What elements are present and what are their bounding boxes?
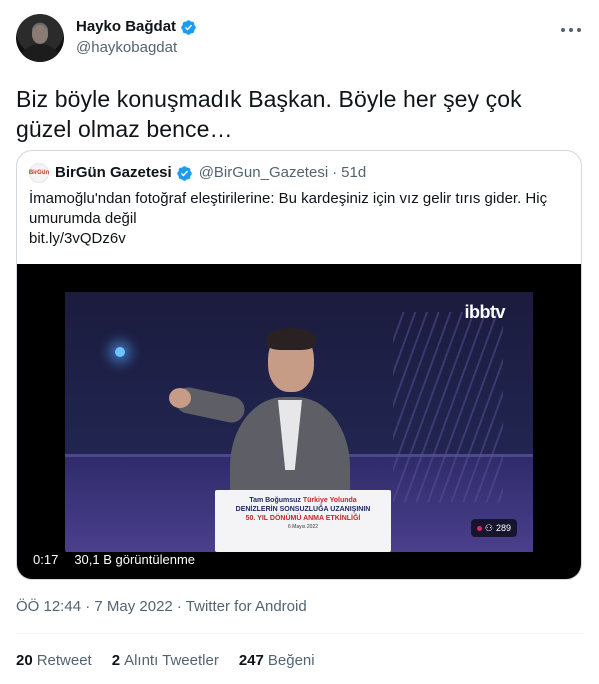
- author-display-name[interactable]: Hayko Bağdat: [76, 17, 176, 37]
- podium-line-3: 50. YIL DÖNÜMÜ ANMA ETKİNLİĞİ: [245, 515, 361, 522]
- quoted-author-name[interactable]: BirGün Gazetesi: [55, 163, 172, 183]
- speaker-hair: [266, 328, 316, 350]
- podium-line-1a: Tam Boğumsuz: [249, 497, 301, 504]
- podium-line-2: DENİZLERİN SONSUZLUĞA UZANIŞININ: [235, 506, 371, 513]
- likes-label: Beğeni: [267, 652, 315, 669]
- avatar-shoulders: [22, 44, 58, 62]
- divider: [16, 633, 583, 634]
- quoted-tweet-body: İmamoğlu'ndan fotoğraf eleştirilerine: B…: [29, 190, 548, 227]
- more-dot: [561, 28, 565, 32]
- quoted-tweet-header: BirGün BirGün Gazetesi @BirGun_Gazetesi …: [29, 163, 366, 183]
- quoted-author-avatar[interactable]: BirGün: [29, 163, 49, 183]
- video-duration: 0:17: [25, 549, 67, 571]
- tweet-text: Biz böyle konuşmadık Başkan. Böyle her ş…: [16, 86, 522, 142]
- author-handle[interactable]: @haykobagdat: [76, 38, 197, 58]
- author-avatar[interactable]: [16, 14, 64, 62]
- podium-sign: Tam Boğumsuz Türkiye Yolunda DENİZLERİN …: [215, 490, 391, 552]
- tweet-timestamp[interactable]: ÖÖ 12:44 · 7 May 2022 · Twitter for Andr…: [16, 597, 307, 617]
- quote-tweets-stat[interactable]: 2 Alıntı Tweetler: [112, 651, 219, 671]
- verified-badge-icon: [176, 165, 192, 181]
- quoted-author-handle[interactable]: @BirGun_Gazetesi: [199, 163, 328, 183]
- live-viewers-badge: ⚇ 289: [470, 519, 517, 537]
- video-views: 30,1 B görüntülenme: [74, 552, 196, 567]
- podium-line-1b: Türkiye Yolunda: [302, 497, 357, 504]
- live-dot-icon: [476, 525, 482, 531]
- quote-tweets-label: Alıntı Tweetler: [124, 652, 219, 669]
- author-name-row[interactable]: Hayko Bağdat: [76, 17, 197, 37]
- quoted-tweet-time[interactable]: 51d: [341, 163, 366, 183]
- retweets-count: 20: [16, 652, 33, 669]
- more-dot: [577, 28, 581, 32]
- video-meta: 0:17 30,1 B görüntülenme: [25, 549, 197, 571]
- video-frame[interactable]: Tam Boğumsuz Türkiye Yolunda DENİZLERİN …: [65, 292, 533, 552]
- retweets-stat[interactable]: 20 Retweet: [16, 651, 92, 671]
- live-viewers-count: 289: [495, 523, 511, 533]
- speaker-hand: [169, 388, 191, 408]
- tweet-card: Hayko Bağdat @haykobagdat Biz böyle konu…: [0, 0, 599, 684]
- likes-count: 247: [238, 652, 264, 669]
- verified-badge-icon: [181, 19, 196, 35]
- more-horizontal-icon[interactable]: [561, 20, 581, 40]
- retweets-label: Retweet: [36, 652, 92, 669]
- quoted-tweet-text: İmamoğlu'ndan fotoğraf eleştirilerine: B…: [29, 189, 569, 249]
- avatar-face: [32, 25, 48, 44]
- separator-dot: ·: [332, 164, 338, 181]
- author-info: Hayko Bağdat @haykobagdat: [76, 17, 197, 58]
- more-dot: [569, 28, 573, 32]
- video-player[interactable]: Tam Boğumsuz Türkiye Yolunda DENİZLERİN …: [17, 264, 581, 579]
- quoted-tweet[interactable]: BirGün BirGün Gazetesi @BirGun_Gazetesi …: [16, 150, 582, 580]
- stage-lights: [393, 312, 503, 502]
- podium-line-1: Tam Boğumsuz Türkiye Yolunda: [215, 496, 391, 505]
- quote-tweets-count: 2: [111, 652, 121, 669]
- spotlight: [115, 347, 125, 357]
- engagement-stats: 20 Retweet 2 Alıntı Tweetler 247 Beğeni: [16, 651, 315, 671]
- channel-logo: ibbtv: [464, 302, 506, 322]
- quoted-tweet-link[interactable]: bit.ly/3vQDz6v: [29, 229, 569, 249]
- podium-line-4: 6 Mayıs 2022: [287, 524, 319, 530]
- viewer-icon: ⚇: [484, 522, 493, 533]
- likes-stat[interactable]: 247 Beğeni: [239, 651, 315, 671]
